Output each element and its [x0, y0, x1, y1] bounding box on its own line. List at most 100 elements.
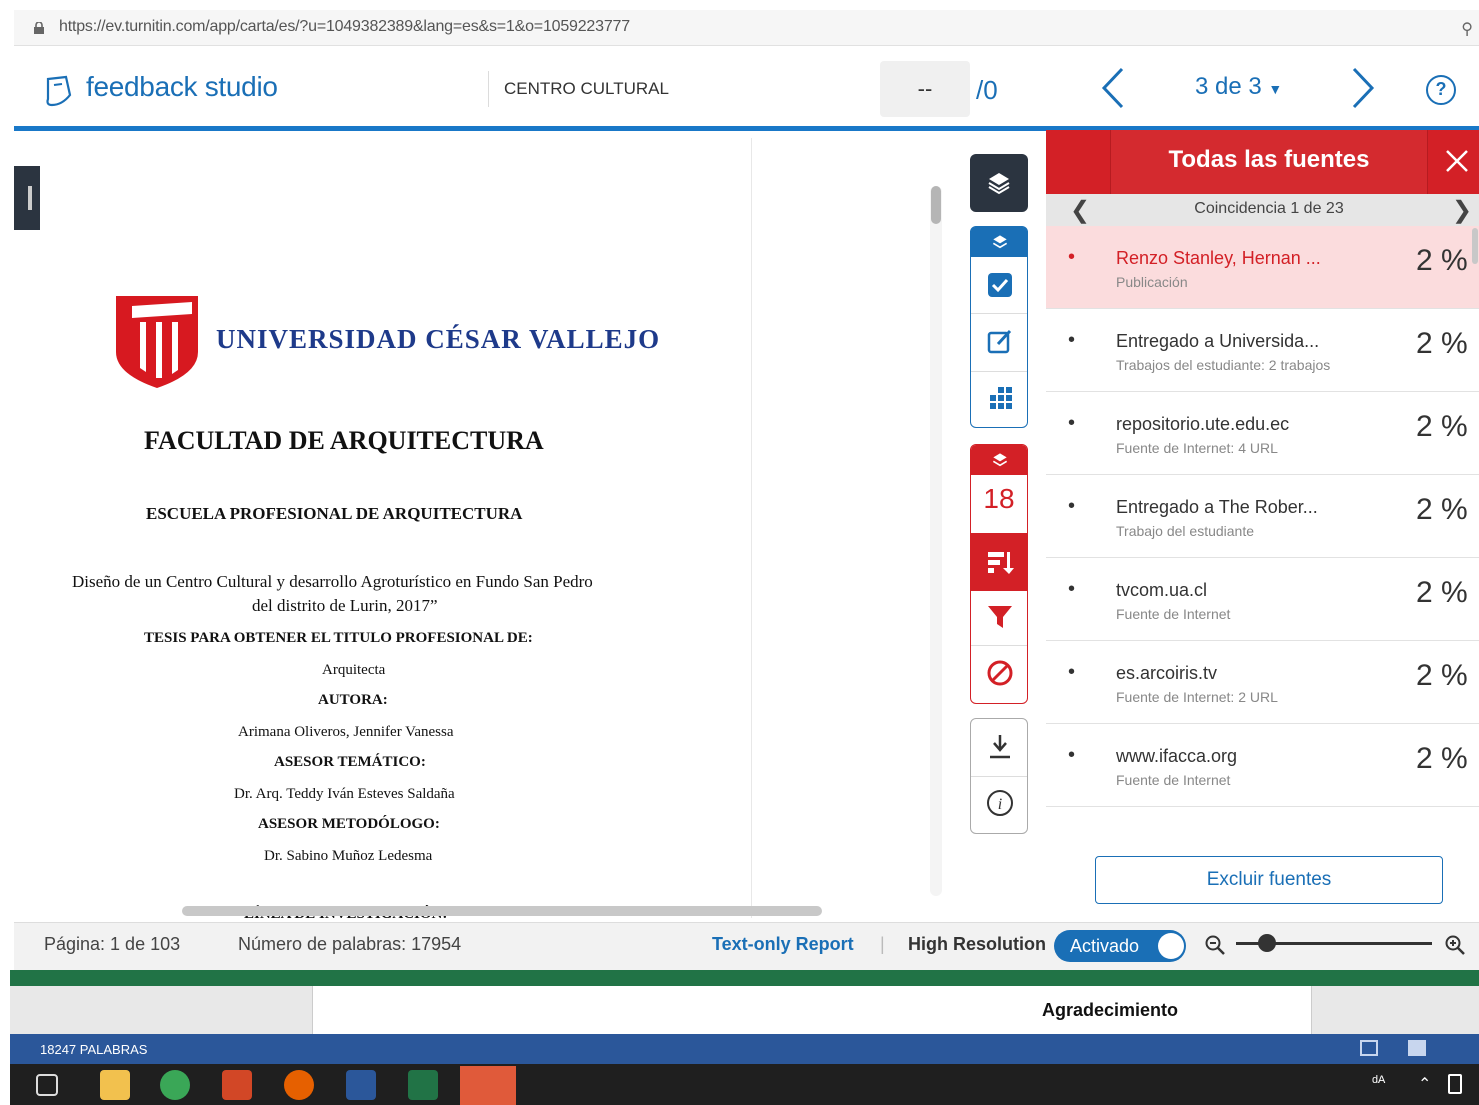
sources-panel-title: Todas las fuentes: [1168, 146, 1370, 173]
author-name: Arimana Oliveros, Jennifer Vanessa: [238, 724, 454, 740]
chevron-up-icon[interactable]: ⌃: [1418, 1074, 1431, 1094]
close-icon[interactable]: [1442, 146, 1472, 176]
bullet-icon: •: [1068, 329, 1076, 351]
device-icon[interactable]: [1448, 1074, 1462, 1094]
paper-counter-text: 3 de 3: [1195, 73, 1262, 100]
header-divider: [488, 71, 489, 107]
background-window-edge: [10, 970, 1479, 986]
bullet-icon: •: [1068, 412, 1076, 434]
toggle-knob: [1158, 933, 1184, 959]
source-name: www.ifacca.org: [1116, 746, 1238, 766]
university-shield-logo: [116, 296, 198, 388]
source-percentage: 2 %: [1416, 244, 1468, 277]
word-icon[interactable]: [346, 1070, 376, 1100]
advisor-label: ASESOR TEMÁTICO:: [274, 754, 426, 770]
zoom-out-icon[interactable]: [1204, 934, 1226, 956]
match-overview-button[interactable]: [971, 533, 1027, 591]
thesis-purpose-label: TESIS PARA OBTENER EL TITULO PROFESIONAL…: [144, 630, 533, 646]
page-total: /0: [976, 75, 998, 105]
source-list-item[interactable]: • www.ifacca.org Fuente de Internet 2 %: [1046, 724, 1479, 807]
word-status-word-count[interactable]: 18247 PALABRAS: [40, 1042, 147, 1057]
read-mode-icon[interactable]: [1360, 1040, 1378, 1056]
zoom-in-icon[interactable]: [1444, 934, 1466, 956]
bullet-icon: •: [1068, 744, 1076, 766]
source-percentage: 2 %: [1416, 576, 1468, 609]
similarity-match-count[interactable]: 18: [971, 483, 1027, 515]
excel-icon[interactable]: [408, 1070, 438, 1100]
rubric-grid-icon[interactable]: [986, 385, 1014, 413]
source-list-item[interactable]: • repositorio.ute.edu.ec Fuente de Inter…: [1046, 392, 1479, 475]
zoom-magnifier-icon[interactable]: ⚲: [1461, 19, 1473, 39]
source-name: Renzo Stanley, Hernan ...: [1116, 248, 1321, 268]
zoom-slider-handle[interactable]: [1258, 934, 1276, 952]
author-label: AUTORA:: [318, 692, 388, 708]
thesis-title-line2: del distrito de Lurin, 2017”: [252, 596, 438, 615]
filter-icon[interactable]: [986, 603, 1014, 631]
sources-scrollbar[interactable]: [1472, 228, 1478, 264]
exclude-sources-button[interactable]: Excluir fuentes: [1095, 856, 1443, 904]
print-layout-icon[interactable]: [1408, 1040, 1426, 1056]
source-name: es.arcoiris.tv: [1116, 663, 1218, 683]
source-list-item[interactable]: • Entregado a The Rober... Trabajo del e…: [1046, 475, 1479, 558]
source-percentage: 2 %: [1416, 327, 1468, 360]
next-match-chevron-icon[interactable]: ❯: [1452, 196, 1472, 225]
task-view-icon[interactable]: [36, 1074, 58, 1096]
layers-icon: [992, 235, 1008, 249]
previous-paper-chevron-icon[interactable]: [1096, 65, 1132, 111]
chrome-icon[interactable]: [160, 1070, 190, 1100]
methodology-advisor-name: Dr. Sabino Muñoz Ledesma: [264, 848, 433, 864]
layers-icon: [992, 453, 1008, 467]
source-list-item[interactable]: • Entregado a Universida... Trabajos del…: [1046, 309, 1479, 392]
quickmark-checkbox-icon[interactable]: [986, 271, 1014, 299]
file-explorer-icon[interactable]: [100, 1070, 130, 1100]
app-icon-active[interactable]: [460, 1066, 516, 1105]
download-icon[interactable]: [988, 733, 1012, 761]
utility-tools-group: i: [970, 718, 1028, 834]
source-type: Fuente de Internet: [1116, 772, 1231, 788]
bullet-icon: •: [1068, 578, 1076, 600]
document-vertical-scrollbar[interactable]: [930, 186, 942, 896]
source-name: tvcom.ua.cl: [1116, 580, 1208, 600]
document-horizontal-scrollbar[interactable]: [182, 906, 822, 916]
text-only-report-link[interactable]: Text-only Report: [712, 934, 854, 955]
assignment-title: CENTRO CULTURAL: [504, 79, 669, 98]
source-list-item[interactable]: • tvcom.ua.cl Fuente de Internet 2 %: [1046, 558, 1479, 641]
powerpoint-icon[interactable]: [222, 1070, 252, 1100]
source-name: repositorio.ute.edu.ec: [1116, 414, 1290, 434]
help-icon[interactable]: ?: [1426, 75, 1456, 105]
source-list-item[interactable]: • Renzo Stanley, Hernan ... Publicación …: [1046, 226, 1479, 309]
source-type: Trabajos del estudiante: 2 trabajos: [1116, 357, 1331, 373]
methodology-advisor-label: ASESOR METODÓLOGO:: [258, 816, 440, 832]
app-header: feedback studio CENTRO CULTURAL -- /0 3 …: [14, 47, 1479, 131]
bullet-icon: •: [1068, 246, 1076, 268]
previous-match-chevron-icon[interactable]: ❮: [1070, 196, 1090, 225]
next-paper-chevron-icon[interactable]: [1344, 65, 1380, 111]
university-name: UNIVERSIDAD CÉSAR VALLEJO: [216, 324, 661, 354]
browser-url-bar[interactable]: https://ev.turnitin.com/app/carta/es/?u=…: [14, 10, 1479, 46]
page-number-input[interactable]: --: [880, 61, 970, 117]
source-list-item[interactable]: • es.arcoiris.tv Fuente de Internet: 2 U…: [1046, 641, 1479, 724]
source-percentage: 2 %: [1416, 410, 1468, 443]
thesis-title-line1: Diseño de un Centro Cultural y desarroll…: [72, 572, 593, 591]
source-percentage: 2 %: [1416, 659, 1468, 692]
word-count: Número de palabras: 17954: [238, 934, 462, 954]
scroll-thumb[interactable]: [931, 186, 941, 224]
info-icon[interactable]: i: [986, 789, 1014, 817]
caret-down-icon: ▼: [1268, 81, 1283, 97]
language-icon[interactable]: ᵈᴬ: [1372, 1074, 1385, 1092]
svg-text:i: i: [998, 796, 1002, 813]
feedback-edit-icon[interactable]: [986, 327, 1014, 355]
document-page: UNIVERSIDAD CÉSAR VALLEJO FACULTAD DE AR…: [40, 138, 752, 918]
exclude-block-icon[interactable]: [986, 659, 1014, 687]
grading-layer-header[interactable]: [971, 227, 1027, 257]
advisor-name: Dr. Arq. Teddy Iván Esteves Saldaña: [234, 786, 455, 802]
word-document-heading: Agradecimiento: [1042, 1000, 1179, 1020]
similarity-layer-header[interactable]: [971, 445, 1027, 475]
url-text[interactable]: https://ev.turnitin.com/app/carta/es/?u=…: [59, 18, 630, 36]
layers-toggle-button[interactable]: [970, 154, 1028, 212]
paper-counter-dropdown[interactable]: 3 de 3 ▼: [1195, 73, 1282, 101]
similarity-tools-group: 18: [970, 444, 1028, 704]
feedback-studio-logo-icon: [46, 75, 72, 107]
bullet-icon: •: [1068, 661, 1076, 683]
firefox-icon[interactable]: [284, 1070, 314, 1100]
